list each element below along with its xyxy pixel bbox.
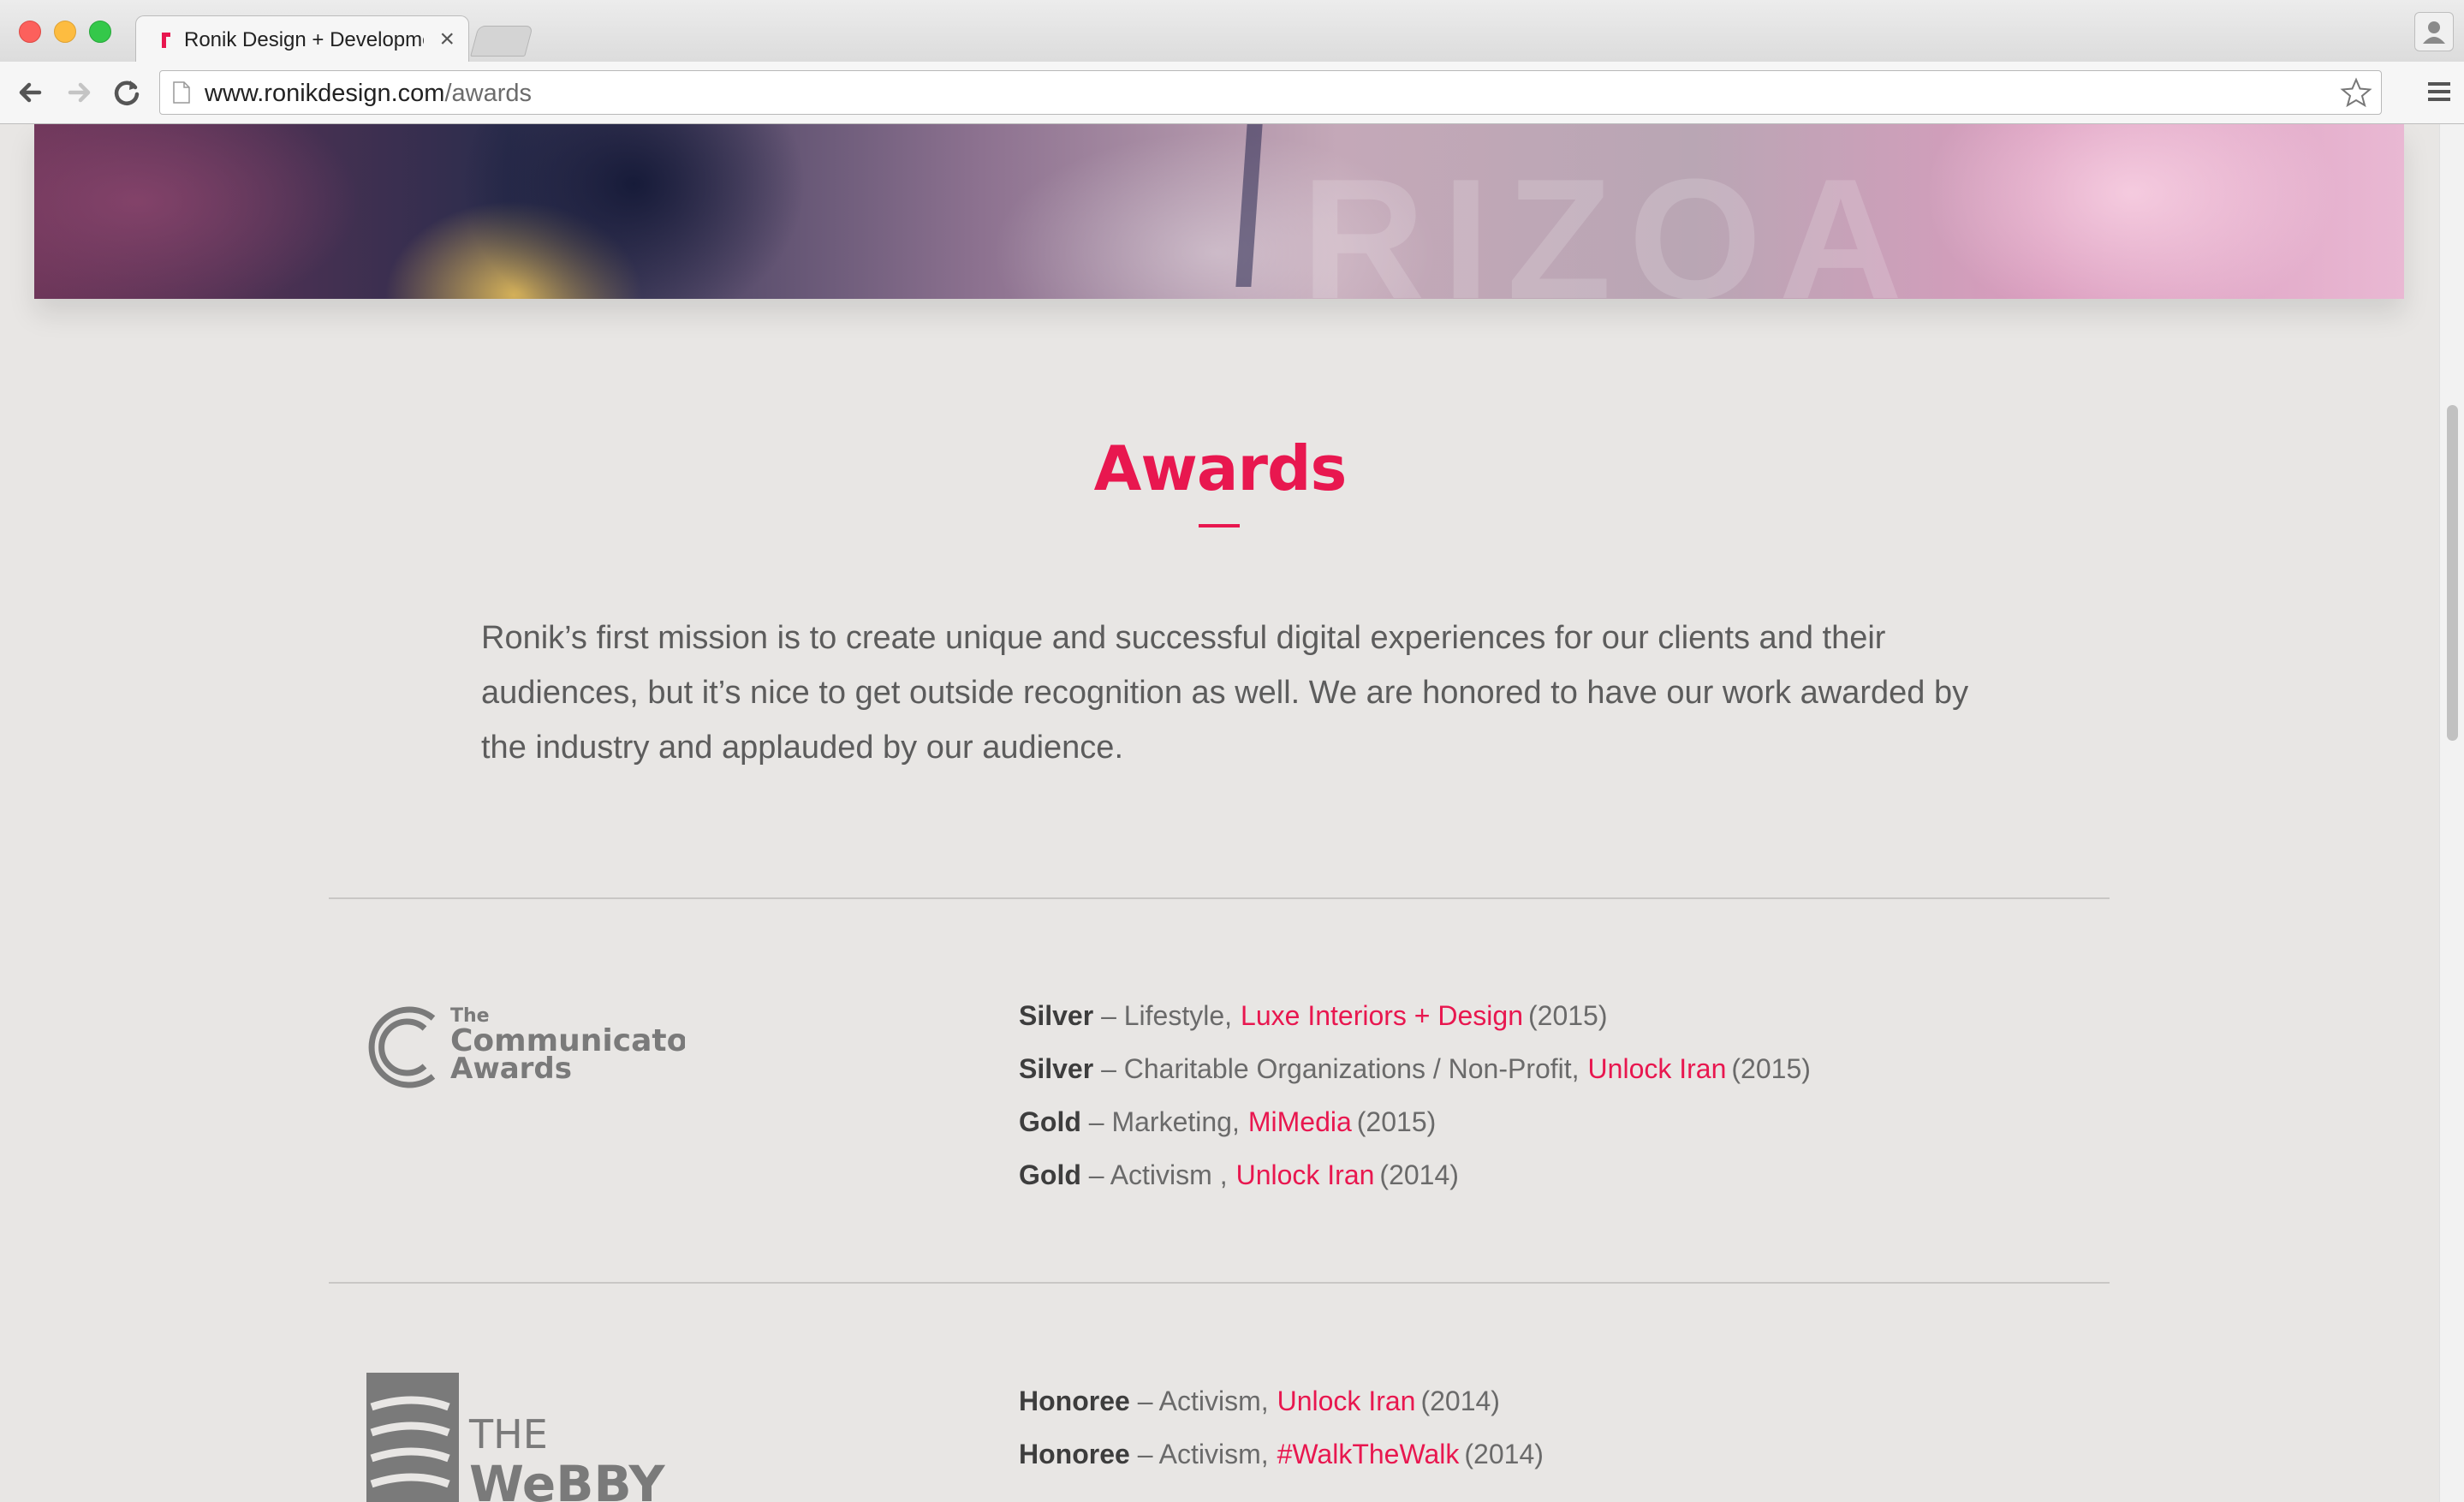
award-year: (2014) <box>1379 1159 1459 1190</box>
award-project-link[interactable]: Luxe Interiors + Design <box>1241 1000 1523 1031</box>
award-list: Honoree – Activism, Unlock Iran (2014) Hon… <box>1019 1374 2132 1481</box>
award-project-link[interactable]: Unlock Iran <box>1588 1053 1727 1084</box>
award-category: – Charitable Organizations / Non-Profit, <box>1093 1053 1580 1084</box>
award-year: (2015) <box>1731 1053 1811 1084</box>
intro-paragraph: Ronik’s first mission is to create uniqu… <box>481 620 1969 766</box>
url-path: /awards <box>444 80 532 107</box>
new-tab-button[interactable] <box>470 26 533 57</box>
award-year: (2014) <box>1420 1386 1500 1416</box>
forward-arrow-icon[interactable] <box>60 74 98 111</box>
hero-image-detail <box>1235 124 1263 287</box>
award-category: – Activism, <box>1129 1439 1269 1469</box>
webby-logo-mark: THE WeBBY <box>366 1373 665 1502</box>
award-year: (2015) <box>1356 1106 1437 1137</box>
person-icon <box>2423 21 2445 44</box>
close-window-button[interactable] <box>19 21 41 43</box>
award-item: Gold – Marketing, MiMedia (2015) <box>1019 1095 2132 1148</box>
ronik-favicon-icon <box>162 33 170 48</box>
browser-toolbar: www.ronikdesign.com/awards <box>0 62 2464 124</box>
award-project-link[interactable]: #WalkTheWalk <box>1277 1439 1460 1469</box>
browser-tab-active[interactable]: Ronik Design + Development × <box>135 15 469 64</box>
award-category: – Activism , <box>1080 1159 1228 1190</box>
webby-logo-line1: THE <box>468 1411 548 1457</box>
hero-image-texture: RIZOA <box>1301 144 1920 299</box>
award-item: Silver – Charitable Organizations / Non-… <box>1019 1042 2132 1095</box>
award-project-link[interactable]: Unlock Iran <box>1236 1159 1375 1190</box>
minimize-window-button[interactable] <box>54 21 76 43</box>
profile-button[interactable] <box>2414 12 2454 51</box>
award-item: Honoree – Activism, #WalkTheWalk (2014) <box>1019 1427 2132 1481</box>
browser-titlebar: Ronik Design + Development × <box>0 0 2464 64</box>
communicator-awards-logo: The Communicator Awards <box>360 999 703 1098</box>
communicator-logo-mark: The Communicator Awards <box>368 1005 703 1088</box>
webby-awards-logo: THE WeBBY <box>366 1373 692 1502</box>
vertical-scrollbar[interactable] <box>2439 124 2464 1502</box>
communicator-logo-line3: Awards <box>450 1052 572 1086</box>
tab-title: Ronik Design + Development <box>184 28 424 51</box>
award-item: Gold – Activism , Unlock Iran (2014) <box>1019 1148 2132 1201</box>
award-category: – Activism, <box>1129 1386 1269 1416</box>
award-level: Honoree <box>1019 1439 1130 1469</box>
award-year: (2015) <box>1527 1000 1608 1031</box>
zoom-window-button[interactable] <box>89 21 111 43</box>
award-project-link[interactable]: MiMedia <box>1248 1106 1352 1137</box>
page-viewport: RIZOA Awards Ronik’s first mission is to… <box>0 124 2440 1502</box>
award-project-link[interactable]: Unlock Iran <box>1277 1386 1416 1416</box>
hamburger-menu-icon[interactable] <box>2425 77 2454 106</box>
tab-close-icon[interactable]: × <box>439 25 455 54</box>
page-icon <box>173 81 190 104</box>
award-category: – Marketing, <box>1080 1106 1240 1137</box>
hero-image: RIZOA <box>34 124 2404 299</box>
award-year: (2014) <box>1464 1439 1544 1469</box>
award-level: Silver <box>1019 1053 1094 1084</box>
award-category: – Lifestyle, <box>1093 1000 1233 1031</box>
title-underline <box>1199 524 1240 527</box>
page-title: Awards <box>1093 432 1348 504</box>
back-arrow-icon[interactable] <box>12 74 50 111</box>
bookmark-star-icon[interactable] <box>2340 76 2372 109</box>
reload-icon[interactable] <box>108 74 146 111</box>
section-divider <box>329 1282 2110 1284</box>
scrollbar-thumb[interactable] <box>2447 405 2458 741</box>
award-level: Silver <box>1019 1000 1094 1031</box>
section-divider <box>329 897 2110 899</box>
url-domain: www.ronikdesign.com <box>205 80 445 107</box>
url-text: www.ronikdesign.com/awards <box>205 80 532 108</box>
award-item: Honoree – Activism, Unlock Iran (2014) <box>1019 1374 2132 1427</box>
address-bar[interactable]: www.ronikdesign.com/awards <box>159 70 2382 115</box>
award-level: Honoree <box>1019 1386 1130 1416</box>
award-level: Gold <box>1019 1106 1081 1137</box>
award-level: Gold <box>1019 1159 1081 1190</box>
award-item: Silver – Lifestyle, Luxe Interiors + Desi… <box>1019 989 2132 1042</box>
award-list: Silver – Lifestyle, Luxe Interiors + Desi… <box>1019 989 2132 1201</box>
webby-logo-line2: WeBBY <box>469 1455 665 1502</box>
